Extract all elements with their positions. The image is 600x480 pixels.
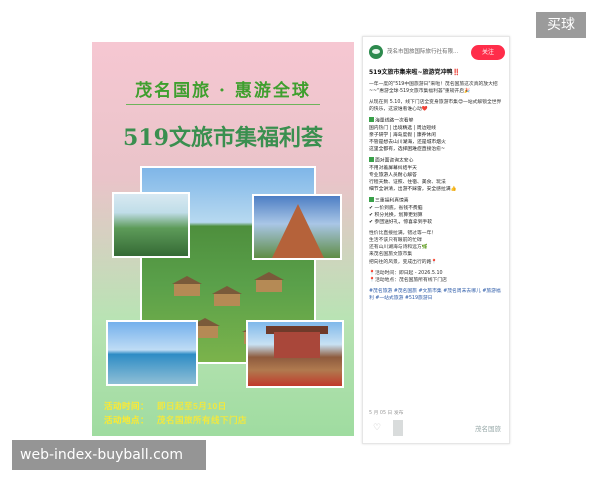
event-info: 📍活动时间：即日起 - 2026.5.10 📍活动地点：茂名国旅所有线下门店 (369, 270, 447, 283)
hashtags[interactable]: #茂名旅游 #茂名国旅 #文旅市集 #茂名周末去哪儿 #旅游福利 #一站式旅游 … (369, 288, 505, 302)
intro-paragraph: 从现在到 5.10，线下门店全变身旅游市集😍一站式解锁全世界的快乐，这波谁看谁心… (369, 100, 502, 113)
ancient-gate-photo (246, 320, 344, 388)
checkbox-icon (369, 117, 374, 123)
checkbox-icon (369, 157, 374, 163)
account-name[interactable]: 茂名市国旅国际旅行社有限... (387, 47, 458, 55)
post-date: 5 月 05 日 发布 (369, 411, 404, 416)
post-header: 茂名市国旅国际旅行社有限... 关注 (369, 43, 505, 63)
waterfall-photo (112, 192, 190, 258)
agency-logo-icon (369, 45, 383, 59)
post-title: 519文旅市集来啦~旅游党冲鸭‼️ (369, 69, 461, 76)
closing-block: 性价比直接拉满，错过等一年！ 生活不该只有眼前的忙碌 还有山川湖海与诗和远方🌿 … (369, 231, 438, 265)
event-place-row: 活动地点： 茂名国旅所有线下门店 (104, 415, 248, 425)
blurred-avatar (393, 420, 403, 436)
poster-slogan: 茂名国旅 · 惠游全球 (135, 81, 311, 101)
poster-title: 519文旅市集福利荟 (123, 125, 323, 151)
follow-button[interactable]: 关注 (471, 45, 505, 60)
social-post-panel: 茂名市国旅国际旅行社有限... 关注 519文旅市集来啦~旅游党冲鸭‼️ 一年一… (362, 36, 510, 444)
checkbox-icon (369, 197, 374, 203)
event-time-row: 活动时间： 即日起至5月10日 (104, 401, 227, 411)
section-block: 面对面咨询太安心 不用对着屏幕纠结半天 专业旅游人员耐心解答 行程天数、证照、住… (369, 157, 457, 193)
section-block: 海量线路一次看够 国内热门 | 出境精选 | 周边短线 亲子研学 | 海岛度假 … (369, 117, 446, 153)
intro-paragraph: 一年一度的"519中国旅游日"来啦！茂名国旅这次真的放大招~~"惠游全球·519… (369, 82, 498, 95)
post-body: 一年一度的"519中国旅游日"来啦！茂名国旅这次真的放大招~~"惠游全球·519… (369, 81, 505, 306)
temple-photo (252, 194, 342, 260)
buy-ball-badge[interactable]: 买球 (536, 12, 586, 38)
heart-icon[interactable]: ♡ (373, 423, 383, 433)
lake-photo (106, 320, 198, 386)
promo-poster: 茂名国旅 · 惠游全球 519文旅市集福利荟 活动时间： 即日起至5月10日 活动… (92, 42, 354, 436)
site-watermark: web-index-buyball.com (12, 440, 206, 470)
channel-watermark: 茂名国旅 (475, 425, 501, 433)
poster-divider (126, 104, 320, 105)
section-block: 三重福利真惊喜 ✔ 一价到底，省钱不费脑 ✔ 积分兑换，划算更划算 ✔ 参团送好… (369, 197, 433, 226)
